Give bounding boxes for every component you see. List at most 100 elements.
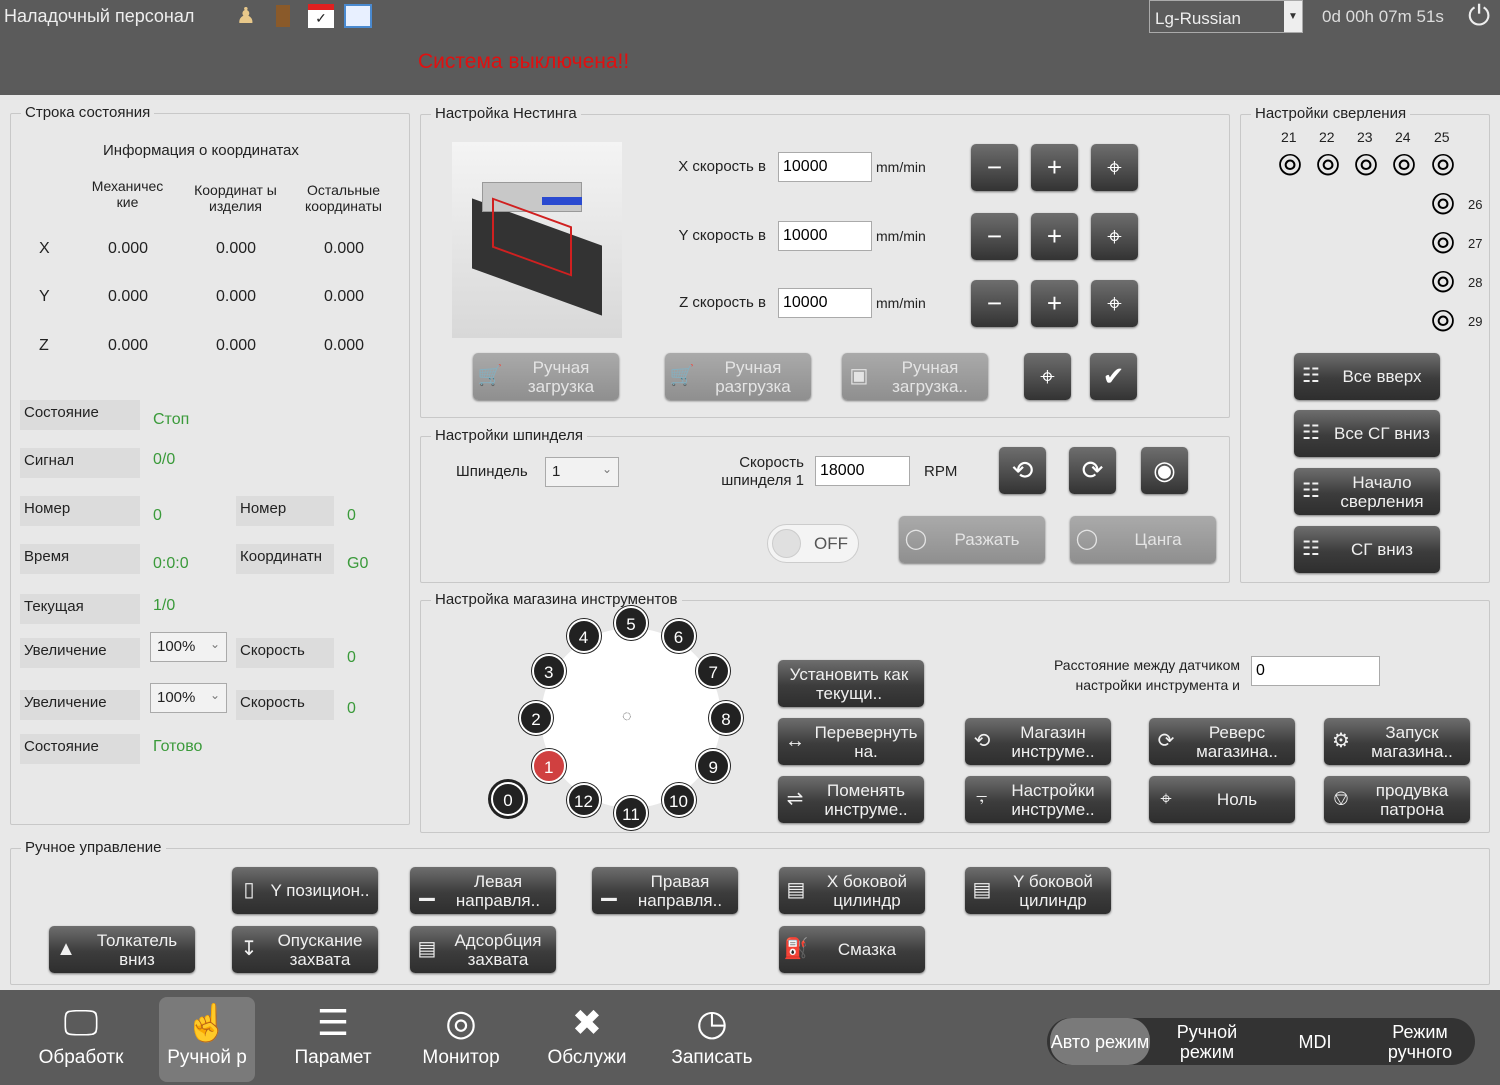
tool-slot[interactable]: 6 (662, 619, 696, 653)
collet-button[interactable]: ◯Цанга (1070, 516, 1216, 563)
nav-item[interactable]: ◎Монитор (413, 997, 509, 1082)
drill-down-button[interactable]: ☷СГ вниз (1294, 526, 1440, 573)
mode-label: Режим ручного (1370, 1022, 1470, 1062)
drill-target-icon[interactable]: ⦾ (1275, 151, 1305, 181)
x-side-cylinder-button[interactable]: ▤X боковой цилиндр (779, 867, 925, 914)
lubrication-button[interactable]: ⛽Смазка (779, 926, 925, 973)
spindle-toggle[interactable]: OFF (767, 524, 859, 563)
crosshair-button[interactable]: ⌖ (1091, 280, 1138, 327)
nav-item[interactable]: ☰Парамет (285, 997, 381, 1082)
tool-slot[interactable]: 4 (567, 619, 601, 653)
language-select[interactable]: Lg-Russian ▼ (1149, 0, 1303, 33)
gear-icon: ⚙ (1324, 732, 1358, 751)
magazine-tool-button[interactable]: ⟲Магазин инструме.. (965, 718, 1111, 765)
flip-button[interactable]: ↔Перевернуть на. (778, 718, 924, 765)
all-up-button[interactable]: ☷Все вверх (1294, 353, 1440, 400)
tool-settings-button[interactable]: ⍪Настройки инструме.. (965, 776, 1111, 823)
crosshair-button[interactable]: ⌖ (1091, 144, 1138, 191)
axis-speed-input[interactable] (778, 221, 872, 251)
nav-item[interactable]: ◷Записать (664, 997, 760, 1082)
crosshair-button[interactable]: ⌖ (1091, 213, 1138, 260)
drill-target-icon[interactable]: ⦾ (1389, 151, 1419, 181)
user-icon[interactable]: ♟ (236, 3, 256, 29)
pusher-down-button[interactable]: ▲Толкатель вниз (49, 926, 195, 973)
zero-button[interactable]: ⌖Ноль (1149, 776, 1295, 823)
time-label: Время (20, 544, 140, 574)
decrease-button[interactable]: − (971, 144, 1018, 191)
drill-target-icon[interactable]: ⦾ (1313, 151, 1343, 181)
panel-title: Строка состояния (21, 104, 154, 121)
confirm-button[interactable]: ✔ (1090, 353, 1137, 400)
spindle-ccw-button[interactable]: ⟲ (999, 447, 1046, 494)
tool-slot[interactable]: 11 (614, 796, 648, 830)
tool-slot[interactable]: 5 (614, 606, 648, 640)
drill-target-icon[interactable]: ⦾ (1428, 190, 1458, 220)
lower-grip-button[interactable]: ↧Опускание захвата (232, 926, 378, 973)
drill-number: 28 (1468, 275, 1482, 290)
spare-tool[interactable]: 0 (491, 782, 525, 816)
swap-tool-button[interactable]: ⇌Поменять инструме.. (778, 776, 924, 823)
axis-speed-input[interactable] (778, 152, 872, 182)
left-guide-button[interactable]: ▁Левая направля.. (410, 867, 556, 914)
tool-slot[interactable]: 7 (696, 654, 730, 688)
mode-option[interactable]: MDI (1265, 1018, 1365, 1065)
nav-item[interactable]: ☝Ручной р (159, 997, 255, 1082)
nav-item[interactable]: ✖Обслужи (539, 997, 635, 1082)
set-current-button[interactable]: Установить как текущи.. (778, 660, 924, 707)
y-position-button[interactable]: ▯Y позицион.. (232, 867, 378, 914)
mode-option[interactable]: Режим ручного (1370, 1018, 1470, 1065)
decrease-button[interactable]: − (971, 280, 1018, 327)
spindle-select[interactable]: 1⌄ (545, 457, 619, 487)
zoom2-select[interactable]: 100%⌄ (150, 683, 227, 713)
crosshair-button[interactable]: ⌖ (1024, 353, 1071, 400)
reverse-magazine-button[interactable]: ⟳Реверс магазина.. (1149, 718, 1295, 765)
mode-option[interactable]: Авто режим (1050, 1018, 1150, 1065)
book-icon[interactable] (344, 4, 372, 28)
all-down-button[interactable]: ☷Все СГ вниз (1294, 410, 1440, 457)
right-guide-button[interactable]: ▁Правая направля.. (592, 867, 738, 914)
distance-input[interactable] (1251, 656, 1380, 686)
button-label: Установить как текущи.. (778, 665, 924, 703)
calendar-check-icon[interactable]: ✓ (308, 4, 334, 28)
decrease-button[interactable]: − (971, 213, 1018, 260)
tool-slot[interactable]: 8 (709, 701, 743, 735)
tool-slot[interactable]: 10 (662, 783, 696, 817)
exit-door-icon[interactable] (276, 5, 290, 27)
plus-icon: + (1047, 152, 1062, 183)
power-icon[interactable]: ⏻ (1468, 0, 1490, 33)
mode-option[interactable]: Ручной режим (1157, 1018, 1257, 1065)
drill-target-icon[interactable]: ⦾ (1428, 307, 1458, 337)
spindle-cw-button[interactable]: ⟳ (1069, 447, 1116, 494)
tool-slot[interactable]: 3 (532, 654, 566, 688)
zoom1-select[interactable]: 100%⌄ (150, 632, 227, 662)
manual-unload-button[interactable]: 🛒Ручная разгрузка (665, 353, 811, 400)
drill-target-icon[interactable]: ⦾ (1351, 151, 1381, 181)
manual-load2-button[interactable]: ▣Ручная загрузка.. (842, 353, 988, 400)
tool-slot[interactable]: 12 (567, 783, 601, 817)
spindle-stop-button[interactable]: ◉ (1141, 447, 1188, 494)
nav-item[interactable]: 🖵Обработк (33, 997, 129, 1082)
release-button[interactable]: ◯Разжать (899, 516, 1045, 563)
spindle-speed-input[interactable] (815, 456, 910, 486)
chevron-down-icon[interactable]: ▼ (1284, 1, 1302, 32)
axis-speed-input[interactable] (778, 288, 872, 318)
start-drill-button[interactable]: ☷Начало сверления (1294, 468, 1440, 515)
drill-target-icon[interactable]: ⦾ (1428, 229, 1458, 259)
increase-button[interactable]: + (1031, 280, 1078, 327)
tool-slot[interactable]: 9 (696, 749, 730, 783)
drill-target-icon[interactable]: ⦾ (1428, 151, 1458, 181)
tool-slot[interactable]: 2 (519, 701, 553, 735)
rotate-icon: ⟲ (965, 732, 999, 751)
drill-target-icon[interactable]: ⦾ (1428, 268, 1458, 298)
y-side-cylinder-button[interactable]: ▤Y боковой цилиндр (965, 867, 1111, 914)
button-label: Магазин инструме.. (999, 723, 1111, 761)
button-label: Левая направля.. (444, 872, 556, 910)
increase-button[interactable]: + (1031, 144, 1078, 191)
adsorb-grip-button[interactable]: ▤Адсорбция захвата (410, 926, 556, 973)
increase-button[interactable]: + (1031, 213, 1078, 260)
tool-slot[interactable]: 1 (532, 749, 566, 783)
blow-chuck-button[interactable]: ⎊продувка патрона (1324, 776, 1470, 823)
button-label: Перевернуть на. (812, 723, 924, 761)
manual-load-button[interactable]: 🛒Ручная загрузка (473, 353, 619, 400)
start-magazine-button[interactable]: ⚙Запуск магазина.. (1324, 718, 1470, 765)
